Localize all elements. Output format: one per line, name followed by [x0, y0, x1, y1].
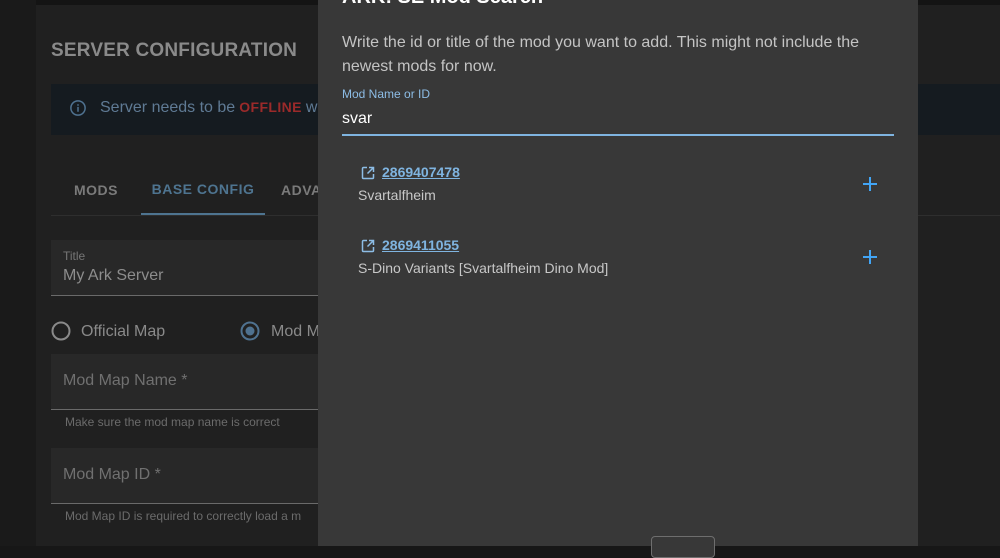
tab-base-config[interactable]: BASE CONFIG — [141, 165, 265, 215]
alert-message: Server needs to be OFFLINE w — [100, 99, 317, 117]
dialog-description: Write the id or title of the mod you wan… — [342, 34, 860, 75]
mod-map-id-hint: Mod Map ID is required to correctly load… — [65, 509, 302, 523]
info-icon — [70, 100, 86, 116]
mod-name: Svartalfheim — [358, 187, 436, 203]
left-sidebar-strip — [0, 0, 36, 546]
dialog-close-button[interactable] — [651, 536, 715, 558]
mod-name: S-Dino Variants [Svartalfheim Dino Mod] — [358, 260, 609, 276]
add-mod-button[interactable] — [858, 172, 882, 196]
plus-icon — [863, 250, 877, 264]
mod-search-field[interactable]: Mod Name or ID — [342, 84, 894, 136]
dialog-title: ARK: SE Mod Search — [342, 0, 543, 9]
title-field-label: Title — [63, 249, 86, 263]
mod-map-id-placeholder: Mod Map ID * — [63, 466, 161, 483]
list-item: 2869407478 Svartalfheim — [358, 162, 878, 210]
mod-id-link[interactable]: 2869407478 — [382, 164, 460, 180]
tab-mods[interactable]: MODS — [51, 165, 141, 214]
mod-map-name-placeholder: Mod Map Name * — [63, 372, 188, 389]
open-in-new-icon[interactable] — [361, 166, 375, 180]
alert-text: Server needs to be — [100, 99, 236, 116]
page-title: SERVER CONFIGURATION — [51, 40, 298, 61]
alert-text-continued: w — [305, 99, 318, 116]
mod-id-link[interactable]: 2869411055 — [382, 237, 459, 253]
mod-map-label[interactable]: Mod M — [271, 323, 320, 341]
official-map-label[interactable]: Official Map — [81, 323, 165, 341]
official-map-radio[interactable] — [51, 321, 71, 341]
plus-icon — [863, 177, 877, 191]
mod-search-input[interactable] — [342, 107, 882, 131]
page: SERVER CONFIGURATION Server needs to be O… — [0, 0, 1000, 558]
mod-map-name-hint: Make sure the mod map name is correct — [65, 415, 280, 429]
title-field-value: My Ark Server — [63, 267, 164, 284]
offline-status-text: OFFLINE — [239, 99, 302, 115]
mod-map-name-field[interactable]: Mod Map Name * — [51, 354, 331, 410]
open-in-new-icon[interactable] — [361, 239, 375, 253]
mod-map-id-field[interactable]: Mod Map ID * — [51, 448, 331, 504]
add-mod-button[interactable] — [858, 245, 882, 269]
title-field[interactable]: Title My Ark Server — [51, 240, 331, 296]
mod-map-radio[interactable] — [240, 321, 260, 341]
mod-search-label: Mod Name or ID — [342, 87, 431, 101]
list-item: 2869411055 S-Dino Variants [Svartalfheim… — [358, 235, 878, 283]
mod-search-dialog: ARK: SE Mod Search Write the id or title… — [318, 0, 918, 558]
